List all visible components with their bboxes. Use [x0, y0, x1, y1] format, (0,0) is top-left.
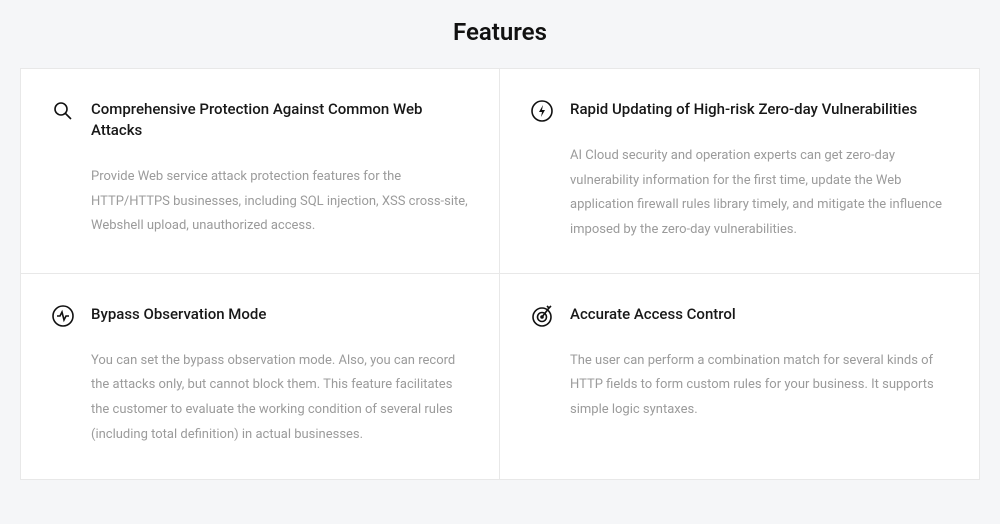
feature-body: Rapid Updating of High-risk Zero-day Vul… — [570, 99, 949, 243]
lightning-circle-icon — [530, 99, 554, 123]
feature-card: Comprehensive Protection Against Common … — [21, 69, 500, 274]
feature-body: Comprehensive Protection Against Common … — [91, 99, 469, 239]
feature-description: The user can perform a combination match… — [570, 349, 949, 423]
feature-description: Provide Web service attack protection fe… — [91, 165, 469, 239]
feature-card: Rapid Updating of High-risk Zero-day Vul… — [500, 69, 979, 274]
feature-card: Accurate Access Control The user can per… — [500, 274, 979, 479]
wrench-refresh-icon — [51, 99, 75, 123]
feature-description: AI Cloud security and operation experts … — [570, 144, 949, 243]
feature-body: Accurate Access Control The user can per… — [570, 304, 949, 423]
features-grid: Comprehensive Protection Against Common … — [20, 68, 980, 480]
feature-card: Bypass Observation Mode You can set the … — [21, 274, 500, 479]
target-arrow-icon — [530, 304, 554, 328]
feature-body: Bypass Observation Mode You can set the … — [91, 304, 469, 448]
activity-circle-icon — [51, 304, 75, 328]
page-title: Features — [0, 0, 1000, 68]
feature-title: Rapid Updating of High-risk Zero-day Vul… — [570, 99, 949, 120]
feature-title: Bypass Observation Mode — [91, 304, 469, 325]
feature-title: Accurate Access Control — [570, 304, 949, 325]
feature-description: You can set the bypass observation mode.… — [91, 349, 469, 448]
feature-title: Comprehensive Protection Against Common … — [91, 99, 469, 141]
